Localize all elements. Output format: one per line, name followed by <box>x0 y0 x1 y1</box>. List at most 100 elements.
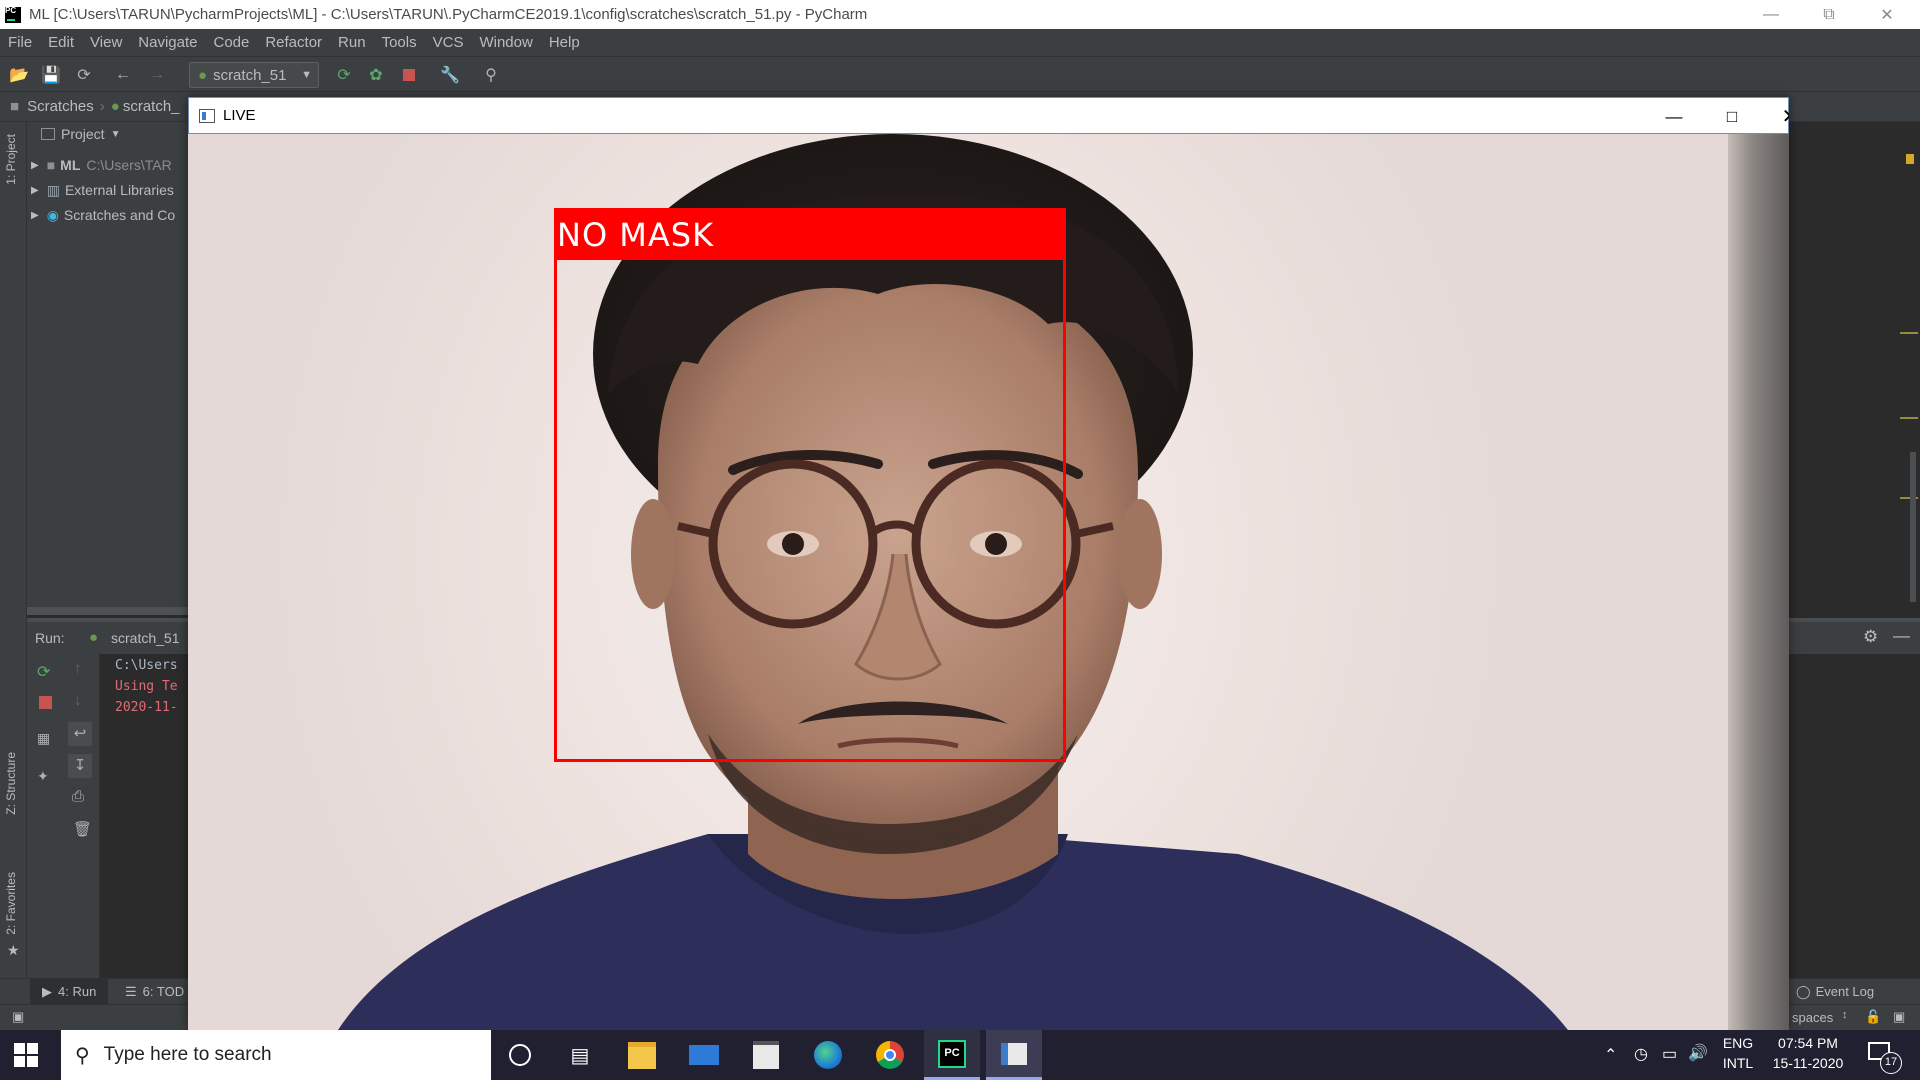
run-tab-scratch[interactable]: scratch_51 <box>111 630 179 646</box>
project-view-selector[interactable]: Project ▼ <box>41 126 120 142</box>
memory-indicator-icon[interactable]: ▣ <box>1893 1009 1905 1025</box>
toggle-panels-icon[interactable]: ▣ <box>12 1009 24 1025</box>
store-icon[interactable] <box>738 1030 794 1080</box>
chevron-updown-icon: ↕ <box>1842 1009 1848 1021</box>
live-video-window[interactable]: LIVE — □ ✕ <box>188 97 1789 1030</box>
rerun-icon[interactable]: ⟳ <box>333 64 355 86</box>
down-arrow-icon[interactable]: ↓ <box>74 692 82 709</box>
live-window-title-bar[interactable]: LIVE — □ ✕ <box>188 97 1789 134</box>
horizontal-scrollbar[interactable] <box>27 607 197 615</box>
run-toolbar-primary: ⟳ ▦ ✦ <box>27 654 63 984</box>
menu-refactor[interactable]: Refactor <box>257 34 330 51</box>
pycharm-taskbar-icon[interactable]: PC <box>924 1030 980 1080</box>
menu-bar: File Edit View Navigate Code Refactor Ru… <box>0 29 1920 56</box>
lock-icon[interactable]: 🔓 <box>1865 1009 1881 1025</box>
pin-icon[interactable]: ✦ <box>37 768 49 785</box>
search-icon[interactable]: ⚲ <box>480 64 502 86</box>
editor-area <box>1788 122 1920 622</box>
menu-run[interactable]: Run <box>330 34 374 51</box>
windows-start-icon[interactable] <box>14 1043 38 1067</box>
menu-vcs[interactable]: VCS <box>425 34 472 51</box>
tab-todo[interactable]: ☰ 6: TOD <box>125 979 184 1004</box>
gear-icon[interactable]: ⚙ <box>1863 627 1878 647</box>
clock-date: 15-11-2020 <box>1772 1055 1844 1071</box>
tab-todo-label: 6: TOD <box>142 984 185 999</box>
cortana-icon[interactable] <box>492 1030 548 1080</box>
forward-arrow-icon[interactable]: → <box>146 64 168 86</box>
close-icon[interactable]: ✕ <box>1761 98 1789 135</box>
restore-icon[interactable]: ⧉ <box>1800 0 1858 29</box>
minimize-icon[interactable]: — <box>1645 98 1703 135</box>
menu-navigate[interactable]: Navigate <box>130 34 205 51</box>
task-view-icon[interactable]: ▤ <box>552 1030 608 1080</box>
tab-favorites[interactable]: 2: Favorites <box>4 872 18 935</box>
scroll-to-end-icon[interactable]: ↧ <box>68 754 92 778</box>
layout-icon[interactable]: ▦ <box>37 730 50 747</box>
console-line: Using Te <box>115 679 178 694</box>
keyboard-layout: INTL <box>1722 1055 1754 1071</box>
speech-bubble-icon: ◯ <box>1796 983 1811 999</box>
save-icon[interactable]: 💾 <box>40 64 62 86</box>
tab-run[interactable]: ▶ 4: Run <box>30 979 109 1004</box>
edge-browser-icon[interactable] <box>800 1030 856 1080</box>
run-configuration-select[interactable]: ● scratch_51 ▼ <box>189 62 319 88</box>
settings-wrench-icon[interactable]: 🔧 <box>439 64 461 86</box>
tree-item-ml[interactable]: ▶ ■ ML C:\Users\TAR <box>27 154 172 176</box>
indent-status[interactable]: spaces <box>1792 1010 1833 1025</box>
menu-view[interactable]: View <box>82 34 130 51</box>
detection-label-background: NO MASK <box>554 208 1066 260</box>
stop-icon[interactable] <box>39 696 52 709</box>
detection-bounding-box <box>554 208 1066 762</box>
menu-file[interactable]: File <box>0 34 40 51</box>
menu-help[interactable]: Help <box>541 34 588 51</box>
hide-panel-icon[interactable]: — <box>1893 626 1910 646</box>
chrome-browser-icon[interactable] <box>862 1030 918 1080</box>
tab-structure[interactable]: Z: Structure <box>4 752 18 815</box>
tree-item-scratches[interactable]: ▶ ◉ Scratches and Co <box>27 204 175 226</box>
rerun-icon[interactable]: ⟳ <box>37 662 50 682</box>
breadcrumb-scratch-file[interactable]: scratch_ <box>123 98 180 115</box>
trash-icon[interactable]: 🗑 <box>73 820 92 838</box>
event-log-button[interactable]: ◯ Event Log <box>1796 979 1874 1004</box>
project-panel-title: Project <box>61 126 105 142</box>
back-arrow-icon[interactable]: ← <box>112 64 134 86</box>
menu-edit[interactable]: Edit <box>40 34 82 51</box>
breadcrumb-scratches[interactable]: Scratches <box>27 98 94 115</box>
clock[interactable]: 07:54 PM 15-11-2020 <box>1766 1035 1850 1071</box>
wifi-icon[interactable]: ◷ <box>1634 1044 1648 1064</box>
editor-scrollbar[interactable] <box>1910 452 1916 602</box>
taskbar-search-input[interactable]: ⚲ Type here to search <box>61 1030 491 1080</box>
menu-window[interactable]: Window <box>471 34 540 51</box>
run-console[interactable]: C:\Users Using Te 2020-11- <box>100 654 197 979</box>
notifications-button[interactable]: 17 <box>1868 1042 1902 1074</box>
stop-icon[interactable] <box>398 64 420 86</box>
close-icon[interactable]: ✕ <box>1858 0 1916 29</box>
warning-marker[interactable] <box>1906 154 1914 164</box>
mail-icon[interactable] <box>676 1030 732 1080</box>
menu-tools[interactable]: Tools <box>374 34 425 51</box>
folder-icon: ■ <box>10 98 20 115</box>
minimize-icon[interactable]: — <box>1742 0 1800 29</box>
up-arrow-icon[interactable]: ↑ <box>74 660 82 677</box>
volume-icon[interactable]: 🔊 <box>1688 1043 1708 1063</box>
tab-project[interactable]: 1: Project <box>4 134 18 185</box>
menu-code[interactable]: Code <box>205 34 257 51</box>
show-hidden-icons-icon[interactable]: ⌃ <box>1604 1045 1617 1065</box>
sync-icon[interactable]: ⟳ <box>73 64 95 86</box>
python-icon: ● <box>198 66 208 84</box>
live-window-taskbar-icon[interactable] <box>986 1030 1042 1080</box>
open-folder-icon[interactable]: 📂 <box>8 64 30 86</box>
ide-title-bar: PC ML [C:\Users\TARUN\PycharmProjects\ML… <box>0 0 1920 29</box>
pycharm-logo-icon: PC <box>5 6 21 23</box>
debug-bug-icon[interactable]: ✿ <box>365 64 387 86</box>
maximize-icon[interactable]: □ <box>1703 98 1761 135</box>
file-explorer-icon[interactable] <box>614 1030 670 1080</box>
print-icon[interactable]: ⎙ <box>72 788 84 805</box>
battery-icon[interactable]: ▭ <box>1662 1044 1677 1064</box>
language-indicator[interactable]: ENG INTL <box>1716 1035 1760 1071</box>
detection-label: NO MASK <box>557 216 715 254</box>
tree-item-external-libraries[interactable]: ▶ ▥ External Libraries <box>27 179 174 201</box>
expand-arrow-icon: ▶ <box>31 184 39 196</box>
soft-wrap-icon[interactable]: ↩ <box>68 722 92 746</box>
console-line: C:\Users <box>115 658 178 673</box>
